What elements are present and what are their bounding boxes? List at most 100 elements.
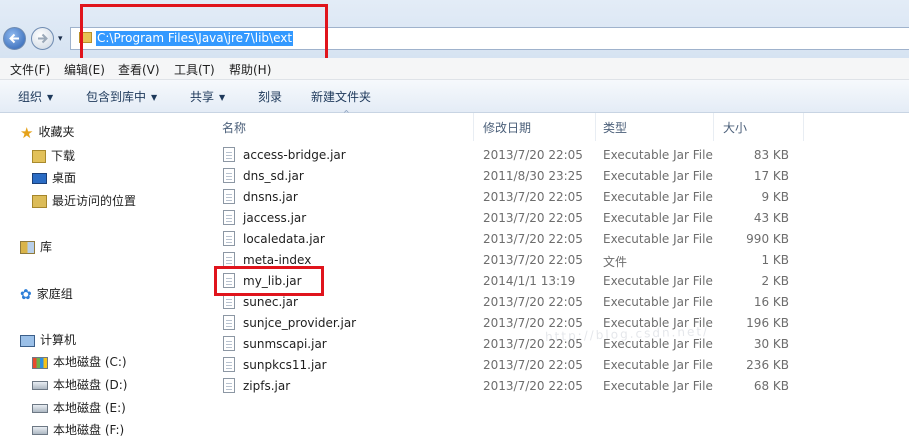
file-row[interactable]: dnsns.jar 2013/7/20 22:05 Executable Jar… [205, 187, 909, 208]
file-row[interactable]: jaccess.jar 2013/7/20 22:05 Executable J… [205, 208, 909, 229]
downloads-icon [32, 150, 46, 163]
column-divider[interactable] [473, 113, 474, 141]
nav-favorites-label: 收藏夹 [38, 125, 75, 139]
nav-desktop[interactable]: 桌面 [32, 168, 76, 188]
system-drive-icon [32, 356, 48, 369]
command-toolbar: 组织 ▼ 包含到库中 ▼ 共享 ▼ 刻录 新建文件夹 [0, 80, 909, 113]
file-modified: 2013/7/20 22:05 [483, 148, 583, 162]
organize-label: 组织 [18, 90, 43, 104]
file-row[interactable]: dns_sd.jar 2011/8/30 23:25 Executable Ja… [205, 166, 909, 187]
file-modified: 2013/7/20 22:05 [483, 253, 583, 267]
burn-button[interactable]: 刻录 [258, 88, 282, 105]
file-size: 2 KB [761, 274, 789, 288]
file-icon [223, 252, 235, 267]
file-modified: 2013/7/20 22:05 [483, 358, 583, 372]
sort-ascending-icon: ^ [343, 109, 350, 118]
share-button[interactable]: 共享 ▼ [190, 88, 225, 105]
column-header-name[interactable]: 名称 [222, 119, 246, 136]
back-button[interactable] [3, 27, 26, 50]
file-type: Executable Jar File [603, 358, 713, 372]
file-name: localedata.jar [243, 232, 325, 246]
file-name: sunec.jar [243, 295, 298, 309]
column-name-label: 名称 [222, 121, 247, 135]
file-size: 236 KB [746, 358, 789, 372]
nav-drive-d-label: 本地磁盘 (D:) [53, 378, 128, 392]
file-size: 17 KB [753, 169, 789, 183]
forward-button[interactable] [31, 27, 54, 50]
file-size: 43 KB [753, 211, 789, 225]
file-row[interactable]: localedata.jar 2013/7/20 22:05 Executabl… [205, 229, 909, 250]
nav-drive-d[interactable]: 本地磁盘 (D:) [32, 375, 127, 395]
menu-bar: 文件(F) 编辑(E) 查看(V) 工具(T) 帮助(H) [0, 58, 909, 80]
drive-icon [32, 426, 48, 435]
computer-icon [20, 334, 35, 347]
new-folder-button[interactable]: 新建文件夹 [311, 88, 371, 105]
jar-file-icon [223, 378, 235, 393]
file-row[interactable]: zipfs.jar 2013/7/20 22:05 Executable Jar… [205, 376, 909, 397]
file-size: 196 KB [746, 316, 789, 330]
include-in-library-button[interactable]: 包含到库中 ▼ [86, 88, 157, 105]
drive-icon [32, 404, 48, 413]
file-type: Executable Jar File [603, 232, 713, 246]
column-divider[interactable] [713, 113, 714, 141]
file-type: Executable Jar File [603, 379, 713, 393]
file-name: sunmscapi.jar [243, 337, 327, 351]
file-modified: 2014/1/1 13:19 [483, 274, 576, 288]
jar-file-icon [223, 336, 235, 351]
file-size: 16 KB [753, 295, 789, 309]
menu-file[interactable]: 文件(F) [10, 61, 50, 78]
file-size: 1 KB [761, 253, 789, 267]
nav-drive-e-label: 本地磁盘 (E:) [53, 401, 126, 415]
nav-downloads[interactable]: 下载 [32, 146, 75, 166]
menu-help[interactable]: 帮助(H) [229, 61, 271, 78]
nav-drive-c[interactable]: 本地磁盘 (C:) [32, 352, 127, 372]
file-row[interactable]: sunpkcs11.jar 2013/7/20 22:05 Executable… [205, 355, 909, 376]
desktop-icon [32, 173, 47, 184]
column-divider[interactable] [595, 113, 596, 141]
organize-button[interactable]: 组织 ▼ [18, 88, 53, 105]
address-row: ▾ C:\Program Files\Java\jre7\lib\ext [0, 0, 909, 66]
file-highlight-box [214, 266, 324, 296]
chevron-down-icon: ▼ [219, 93, 226, 102]
file-type: Executable Jar File [603, 211, 713, 225]
nav-favorites[interactable]: ★ 收藏夹 [20, 122, 74, 142]
file-type: Executable Jar File [603, 169, 713, 183]
column-header-modified[interactable]: 修改日期 [483, 119, 531, 136]
file-name: dnsns.jar [243, 190, 298, 204]
nav-drive-f[interactable]: 本地磁盘 (F:) [32, 420, 124, 440]
menu-view[interactable]: 查看(V) [118, 61, 160, 78]
nav-recent-places[interactable]: 最近访问的位置 [32, 191, 136, 211]
nav-recent-label: 最近访问的位置 [52, 194, 137, 208]
chevron-down-icon: ▼ [151, 93, 158, 102]
jar-file-icon [223, 294, 235, 309]
file-name: access-bridge.jar [243, 148, 346, 162]
file-row[interactable]: access-bridge.jar 2013/7/20 22:05 Execut… [205, 145, 909, 166]
column-header-size[interactable]: 大小 [723, 119, 747, 136]
jar-file-icon [223, 189, 235, 204]
file-type: Executable Jar File [603, 274, 713, 288]
arrow-right-icon [38, 33, 48, 44]
nav-libraries-label: 库 [40, 240, 53, 254]
history-dropdown-icon[interactable]: ▾ [58, 34, 63, 44]
file-size: 68 KB [753, 379, 789, 393]
menu-tools[interactable]: 工具(T) [174, 61, 215, 78]
nav-homegroup[interactable]: ✿ 家庭组 [20, 284, 73, 304]
nav-homegroup-label: 家庭组 [36, 287, 73, 301]
homegroup-icon: ✿ [20, 286, 32, 303]
column-divider[interactable] [803, 113, 804, 141]
file-modified: 2013/7/20 22:05 [483, 232, 583, 246]
nav-computer[interactable]: 计算机 [20, 330, 76, 350]
jar-file-icon [223, 315, 235, 330]
share-label: 共享 [190, 90, 215, 104]
nav-drive-e[interactable]: 本地磁盘 (E:) [32, 398, 126, 418]
chevron-down-icon: ▼ [47, 93, 54, 102]
nav-downloads-label: 下载 [51, 149, 76, 163]
nav-desktop-label: 桌面 [52, 171, 77, 185]
column-header-type[interactable]: 类型 [603, 119, 627, 136]
jar-file-icon [223, 357, 235, 372]
star-icon: ★ [20, 123, 34, 142]
nav-libraries[interactable]: 库 [20, 237, 52, 257]
file-name: sunpkcs11.jar [243, 358, 327, 372]
include-library-label: 包含到库中 [86, 90, 147, 104]
menu-edit[interactable]: 编辑(E) [64, 61, 105, 78]
